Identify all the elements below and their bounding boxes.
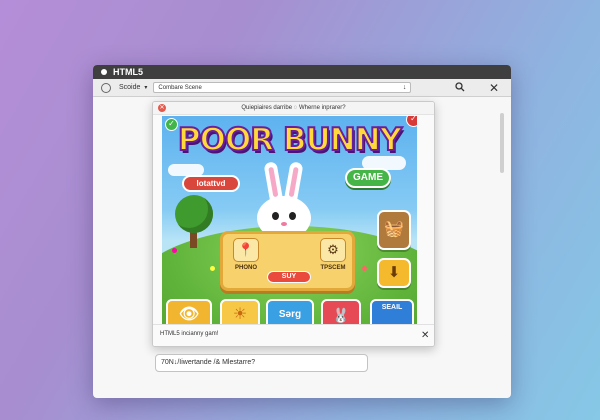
game-dialog: ✕ Quiepiaires darribe ◌ Wherne inprarer?… [152, 101, 435, 347]
window-close-icon[interactable]: ✕ [489, 81, 499, 95]
sun-icon: ☀ [232, 306, 248, 323]
flower [362, 266, 367, 271]
dialog-footer-text: HTML5 incianny gam! [160, 331, 219, 337]
game-button[interactable]: GAME [345, 168, 391, 188]
sun-tile[interactable]: ☀ [220, 299, 260, 324]
source-dropdown-caret-icon[interactable]: ▾ [144, 84, 147, 91]
scrollbar[interactable] [500, 113, 504, 173]
game-canvas[interactable]: POOR BUNNY ✓ ✓ lotattvd GAME 📍 ⚙ PHONO T… [162, 116, 417, 324]
board-action-button[interactable]: SUY [267, 271, 311, 283]
face-tile[interactable]: 🐰 [321, 299, 361, 324]
download-tile[interactable]: ⬇ [377, 258, 411, 288]
eye-icon: 👁 [178, 306, 200, 323]
bunny-face-icon: 🐰 [332, 307, 350, 323]
gear-icon[interactable]: ⚙ [320, 238, 346, 262]
menu-board: 📍 ⚙ PHONO TPSCEM SUY [220, 231, 355, 291]
title-bar: HTML5 [93, 65, 511, 79]
bunny-eye [289, 212, 296, 220]
phono-label: PHONO [234, 265, 257, 271]
download-icon: ⬇ [387, 264, 401, 281]
browser-window: HTML5 Scoide ▾ Combare Scene ↓ ✕ ✕ Quiep… [93, 65, 511, 398]
bunny-nose [281, 222, 287, 226]
eye-tile[interactable]: 👁 [166, 299, 212, 324]
search-icon[interactable] [455, 82, 465, 95]
window-title: HTML5 [113, 67, 143, 77]
dialog-footer: HTML5 incianny gam! ✕ [153, 324, 434, 346]
address-go-icon[interactable]: ↓ [403, 84, 407, 91]
address-value: Combare Scene [158, 84, 202, 91]
basket-tile[interactable]: 🧺 [377, 210, 411, 250]
seail-tile[interactable]: SEAIL [370, 299, 414, 324]
address-field[interactable]: Combare Scene ↓ [153, 82, 412, 93]
window-dot-icon [101, 69, 107, 75]
dialog-close-icon[interactable]: ✕ [158, 104, 166, 112]
tpscem-label: TPSCEM [320, 265, 346, 271]
basket-icon: 🧺 [384, 221, 404, 238]
flower [172, 248, 177, 253]
map-pin-icon[interactable]: 📍 [233, 238, 259, 262]
bunny-eye [272, 212, 279, 220]
tree-icon [175, 195, 213, 233]
dialog-header: ✕ Quiepiaires darribe ◌ Wherne inprarer? [153, 102, 434, 115]
seail-label: SEAIL [381, 304, 403, 311]
flower [210, 266, 215, 271]
toolbar: Scoide ▾ Combare Scene ↓ ✕ [93, 79, 511, 97]
check-icon[interactable]: ✓ [165, 118, 178, 131]
middle-tile-label: Sǝrg [278, 309, 302, 320]
player-name-pill[interactable]: lotattvd [182, 175, 240, 192]
middle-tile[interactable]: Sǝrg [266, 299, 314, 324]
source-label[interactable]: Scoide [119, 84, 140, 91]
game-title: POOR BUNNY [177, 121, 403, 159]
footer-close-icon[interactable]: ✕ [421, 330, 429, 341]
status-input[interactable]: 70N↓/Iiwertande /& Mlestarre? [155, 354, 368, 372]
settings-circle-icon[interactable] [101, 82, 111, 93]
dialog-title: Quiepiaires darribe ◌ Wherne inprarer? [241, 105, 346, 111]
